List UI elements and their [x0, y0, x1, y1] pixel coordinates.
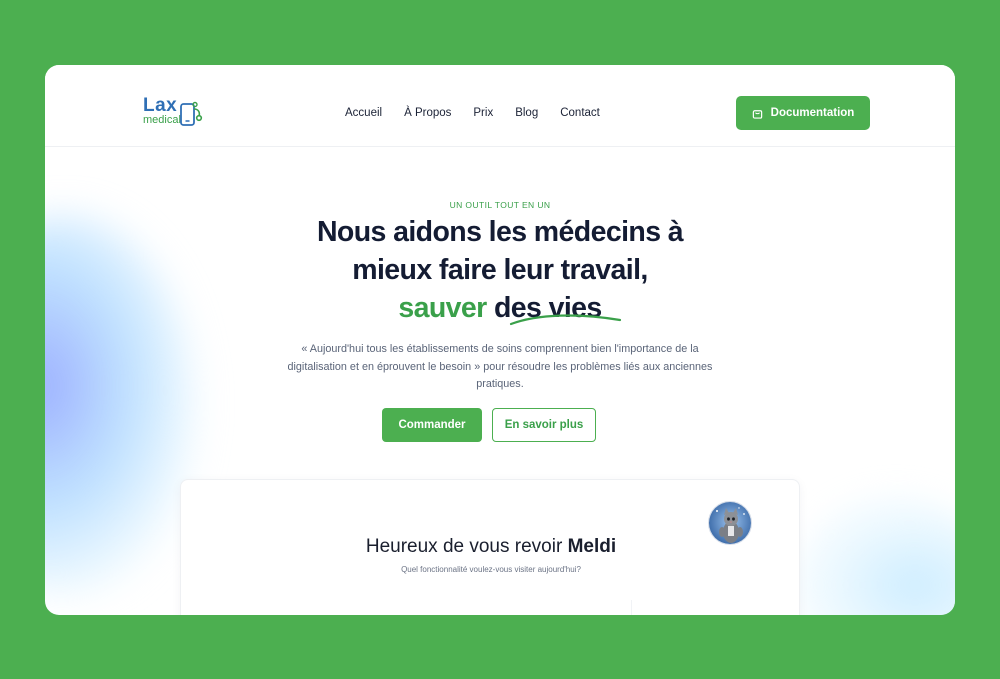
- card-divider: [631, 600, 632, 615]
- underline-swoosh-icon: [510, 314, 622, 326]
- welcome-greeting: Heureux de vous revoir: [365, 536, 563, 557]
- logo[interactable]: Lax medical: [143, 96, 205, 128]
- headline-line-2: mieux faire leur travail,: [352, 254, 648, 286]
- background-gradient-right: [795, 495, 955, 615]
- logo-wordmark: Lax: [143, 95, 178, 116]
- shopping-bag-icon: [752, 109, 762, 119]
- commander-button[interactable]: Commander: [382, 408, 482, 442]
- headline-line-1: Nous aidons les médecins à: [316, 216, 684, 248]
- app-preview-card: Heureux de vous revoir Meldi Quel foncti…: [180, 479, 800, 615]
- nav-item-prix[interactable]: Prix: [473, 106, 493, 120]
- headline-highlight: sauver: [398, 292, 487, 324]
- nav-item-a-propos[interactable]: À Propos: [404, 106, 451, 120]
- hero-headline: Nous aidons les médecins à mieux faire l…: [45, 213, 955, 327]
- headline-line-3: sauver des vies: [398, 289, 622, 327]
- nav-item-blog[interactable]: Blog: [515, 106, 538, 120]
- phone-stethoscope-icon: [180, 101, 203, 126]
- hero-eyebrow: UN OUTIL TOUT EN UN: [449, 200, 551, 210]
- welcome-heading: Heureux de vous revoir Meldi: [181, 536, 801, 558]
- documentation-button-label: Documentation: [770, 107, 855, 119]
- logo-tagline: medical: [143, 114, 181, 126]
- nav-item-contact[interactable]: Contact: [560, 106, 600, 120]
- welcome-user-name: Meldi: [567, 536, 617, 557]
- hero-subtext: « Aujourd'hui tous les établissements de…: [287, 343, 713, 390]
- welcome-question: Quel fonctionnalité voulez-vous visiter …: [401, 565, 581, 574]
- main-nav: Accueil À Propos Prix Blog Contact: [345, 106, 622, 120]
- documentation-button[interactable]: Documentation: [736, 96, 870, 130]
- en-savoir-plus-button[interactable]: En savoir plus: [492, 408, 596, 442]
- nav-item-accueil[interactable]: Accueil: [345, 106, 382, 120]
- top-navbar: Lax medical Accueil À Propos Prix Blog C…: [45, 65, 955, 147]
- browser-frame: Lax medical Accueil À Propos Prix Blog C…: [45, 65, 955, 615]
